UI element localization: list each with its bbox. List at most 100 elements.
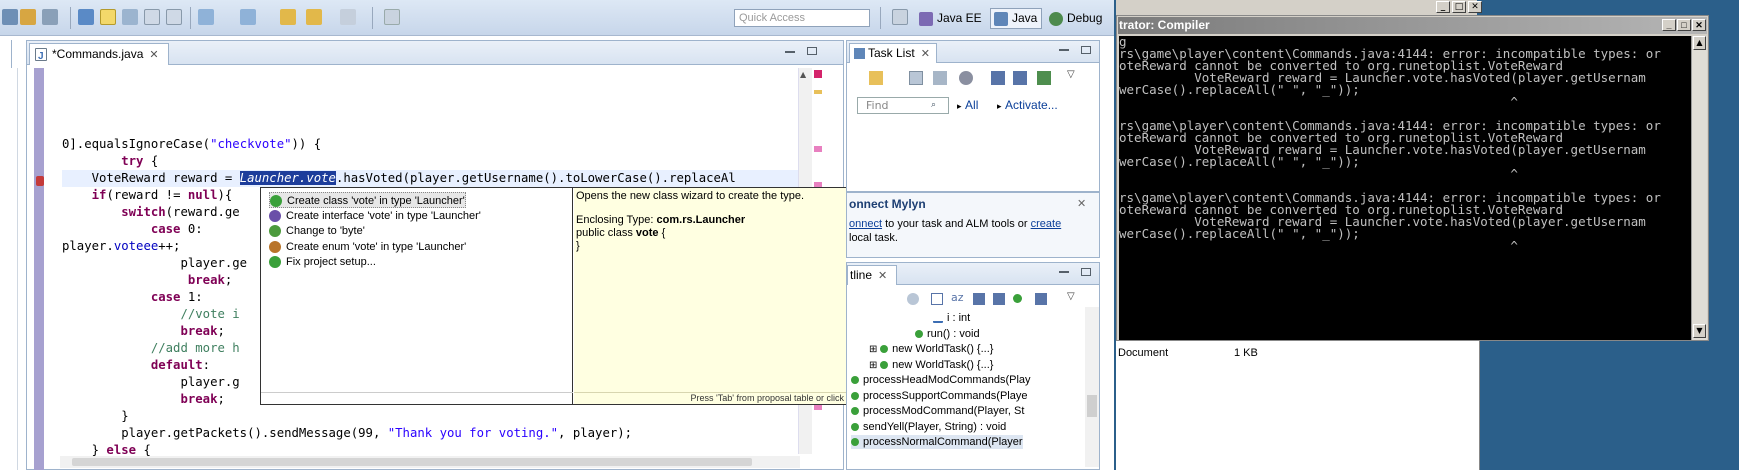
maximize-icon[interactable] [1081, 268, 1091, 276]
hide-nonpublic-icon[interactable] [1013, 294, 1022, 303]
prev-annotation-icon[interactable] [240, 9, 256, 25]
hide-fields-icon[interactable] [973, 293, 985, 305]
code-line[interactable]: player.ge [62, 255, 247, 272]
block-select-icon[interactable] [144, 9, 160, 25]
scroll-up-icon[interactable]: ▲ [1693, 36, 1706, 50]
hide-completed-icon[interactable] [959, 71, 973, 85]
outline-item[interactable]: ⊞ new WorldTask() {...} [869, 342, 993, 357]
minimize-icon[interactable]: _ [1662, 19, 1676, 31]
maximize-icon[interactable]: □ [1452, 1, 1466, 13]
search-icon[interactable]: ⌕ [931, 100, 936, 110]
scroll-thumb[interactable] [1087, 395, 1097, 417]
quick-access-input[interactable]: Quick Access [734, 9, 870, 27]
editor-horizontal-scrollbar[interactable] [60, 456, 800, 468]
perspective-java-ee[interactable]: Java EE [916, 8, 986, 29]
tab-task-list[interactable]: Task List ✕ [849, 43, 937, 63]
show-whitespace-icon[interactable] [166, 9, 182, 25]
pin-editor-icon[interactable] [384, 9, 400, 25]
search-type-icon[interactable] [78, 9, 94, 25]
outline-item[interactable]: processNormalCommand(Player [851, 435, 1023, 449]
outline-item[interactable]: processSupportCommands(Playe [851, 389, 1027, 403]
code-line[interactable]: player.getPackets().sendMessage(99, "Tha… [62, 425, 632, 442]
code-line[interactable]: player.voteee++; [62, 238, 180, 255]
outline-item[interactable]: ⊞ new WorldTask() {...} [869, 358, 993, 373]
collapse-all-icon[interactable] [991, 71, 1005, 85]
warning-overview-icon[interactable] [814, 90, 822, 94]
sort-alpha-icon[interactable]: az [951, 291, 964, 304]
expand-icon[interactable]: ⊞ [869, 344, 880, 355]
code-line[interactable]: if(reward != null){ [62, 187, 233, 204]
close-icon[interactable]: ✕ [149, 49, 158, 61]
close-icon[interactable]: ✕ [1692, 19, 1706, 31]
error-marker-icon[interactable] [36, 176, 44, 186]
open-folder-icon[interactable] [20, 9, 36, 25]
outline-scrollbar[interactable] [1085, 307, 1099, 467]
code-line[interactable]: break; [62, 323, 224, 340]
code-line[interactable]: } [62, 408, 128, 425]
proposal-item[interactable]: Create class 'vote' in type 'Launcher' [269, 192, 466, 208]
new-task-icon[interactable] [869, 71, 883, 85]
highlight-toggle-icon[interactable] [100, 9, 116, 25]
create-link[interactable]: create [1031, 218, 1062, 230]
code-line[interactable]: } else { [62, 442, 151, 456]
maximize-icon[interactable] [807, 47, 817, 55]
proposal-item[interactable]: Create enum 'vote' in type 'Launcher' [269, 239, 466, 255]
categorized-icon[interactable] [909, 71, 923, 85]
save-icon[interactable] [2, 9, 18, 25]
code-line[interactable]: 0].equalsIgnoreCase("checkvote")) { [62, 136, 321, 153]
proposal-item[interactable]: Fix project setup... [269, 254, 376, 270]
scheduled-icon[interactable] [933, 71, 947, 85]
code-line[interactable]: //add more h [62, 340, 240, 357]
scroll-up-icon[interactable]: ▲ [800, 70, 811, 80]
minimize-icon[interactable]: _ [1436, 1, 1450, 13]
close-icon[interactable]: ✕ [921, 48, 930, 60]
code-line[interactable]: player.g [62, 374, 239, 391]
next-annotation-icon[interactable] [198, 9, 214, 25]
close-icon[interactable]: ✕ [878, 270, 887, 282]
expand-icon[interactable]: ⊞ [869, 360, 880, 371]
forward-icon[interactable] [340, 9, 356, 25]
last-edit-icon[interactable] [306, 9, 322, 25]
code-line[interactable]: case 1: [62, 289, 203, 306]
code-line[interactable]: VoteReward reward = Launcher.vote.hasVot… [62, 170, 736, 187]
view-menu-icon[interactable]: ▽ [1067, 291, 1075, 302]
console-output[interactable]: g rs\game\player\content\Commands.java:41… [1119, 36, 1691, 340]
outline-item[interactable]: processHeadModCommands(Play [851, 373, 1031, 387]
close-icon[interactable]: ✕ [1468, 1, 1482, 13]
activate-link[interactable]: ▸ Activate... [997, 98, 1058, 112]
tab-commands-java[interactable]: *Commands.java ✕ [29, 43, 169, 67]
open-perspective-icon[interactable] [892, 9, 908, 25]
console-scrollbar[interactable]: ▲ ▼ [1691, 36, 1707, 340]
proposal-item[interactable]: Change to 'byte' [269, 223, 365, 239]
wrench-icon[interactable] [42, 9, 58, 25]
minimize-icon[interactable] [785, 51, 795, 53]
outline-item[interactable]: run() : void [915, 327, 980, 341]
outline-item[interactable]: i : int [933, 311, 970, 325]
code-line[interactable]: break; [62, 272, 232, 289]
connect-link[interactable]: onnect [849, 218, 882, 230]
code-line[interactable]: default: [62, 357, 210, 374]
mark-occurrences-icon[interactable] [122, 9, 138, 25]
occurrence-overview-icon[interactable] [814, 146, 822, 152]
hide-static-icon[interactable] [993, 293, 1005, 305]
sort-icon[interactable] [907, 293, 919, 305]
scroll-down-icon[interactable]: ▼ [1693, 324, 1706, 338]
outline-item[interactable]: sendYell(Player, String) : void [851, 420, 1006, 434]
minimize-icon[interactable] [1059, 49, 1069, 51]
maximize-icon[interactable] [1081, 46, 1091, 54]
close-icon[interactable]: ✕ [1077, 197, 1086, 210]
scroll-thumb[interactable] [72, 458, 752, 466]
error-overview-icon[interactable] [814, 70, 822, 78]
maximize-icon[interactable]: □ [1677, 19, 1691, 31]
code-line[interactable]: switch(reward.ge [62, 204, 239, 221]
synchronize-icon[interactable] [1037, 71, 1051, 85]
code-line[interactable]: case 0: [62, 221, 203, 238]
code-line[interactable]: try { [62, 153, 158, 170]
view-menu-icon[interactable]: ▽ [1067, 69, 1075, 80]
proposal-item[interactable]: Create interface 'vote' in type 'Launche… [269, 208, 481, 224]
outline-item[interactable]: processModCommand(Player, St [851, 404, 1024, 418]
perspective-debug[interactable]: Debug [1046, 8, 1106, 29]
code-line[interactable]: //vote i [62, 306, 239, 323]
back-icon[interactable] [280, 9, 296, 25]
minimize-icon[interactable] [1059, 271, 1069, 273]
